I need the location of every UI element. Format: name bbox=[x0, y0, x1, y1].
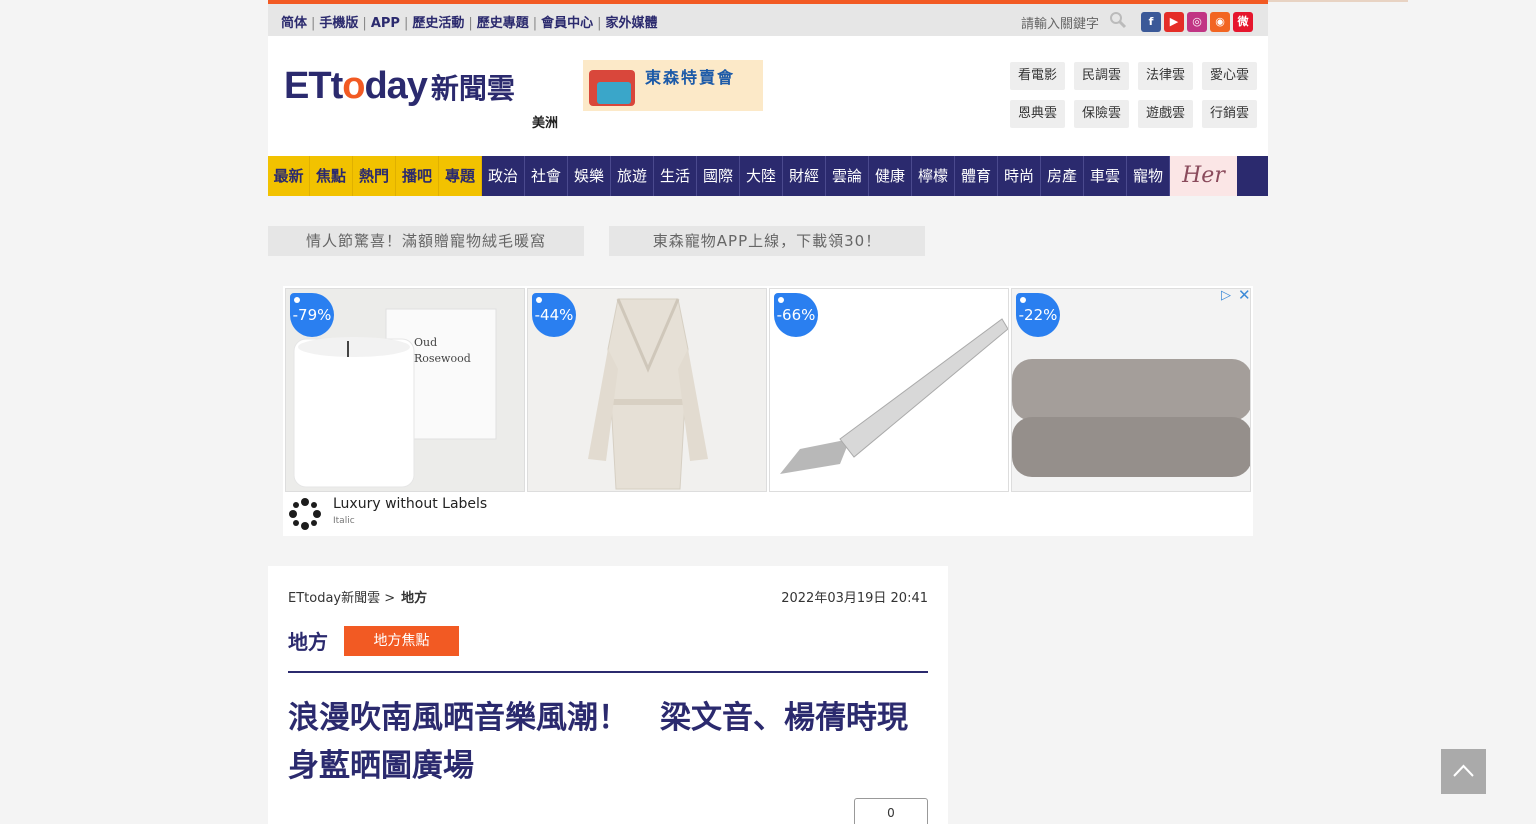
link-history-events[interactable]: 歷史活動 bbox=[412, 16, 464, 31]
promo-banner[interactable]: 東森特賣會 bbox=[583, 60, 763, 111]
nav-item[interactable]: 政治 bbox=[482, 156, 525, 196]
discount-badge: -79% bbox=[290, 293, 334, 337]
ad-brand-name: Luxury without Labels bbox=[333, 496, 488, 512]
promo-link-pet-app[interactable]: 東森寵物APP上線，下載領30！ bbox=[609, 226, 925, 256]
nav-item[interactable]: 健康 bbox=[869, 156, 912, 196]
nav-item[interactable]: 體育 bbox=[955, 156, 998, 196]
close-icon[interactable]: ✕ bbox=[1238, 286, 1251, 304]
publish-date: 2022年03月19日 20:41 bbox=[781, 591, 928, 606]
display-ad[interactable]: Oud Rosewood -79% -44% -66% -22% Luxury … bbox=[283, 286, 1253, 536]
back-to-top-button[interactable] bbox=[1441, 749, 1486, 794]
link-simplified[interactable]: 简体 bbox=[281, 16, 307, 31]
nav-item[interactable]: 焦點 bbox=[310, 156, 353, 196]
nav-item[interactable]: 旅遊 bbox=[611, 156, 654, 196]
section-title: 地方 bbox=[288, 630, 328, 654]
breadcrumb: ETtoday新聞雲 > 地方 bbox=[288, 587, 427, 606]
article-title: 浪漫吹南風晒音樂風潮！ 梁文音、楊蒨時現身藍晒圖廣場 bbox=[288, 700, 908, 784]
discount-badge: -66% bbox=[774, 293, 818, 337]
cloud-insurance[interactable]: 保險雲 bbox=[1074, 100, 1129, 128]
nav-item[interactable]: 房產 bbox=[1041, 156, 1084, 196]
cloud-law[interactable]: 法律雲 bbox=[1138, 62, 1193, 90]
nav-item-her[interactable]: Her bbox=[1170, 156, 1237, 196]
link-mobile[interactable]: 手機版 bbox=[319, 16, 358, 31]
site-header: ETtoday 新聞雲 美洲 東森特賣會 看電影 民調雲 法律雲 愛心雲 恩典雲 … bbox=[268, 36, 1268, 156]
region-label: 美洲 bbox=[532, 116, 559, 131]
nav-item[interactable]: 娛樂 bbox=[568, 156, 611, 196]
chevron-up-icon bbox=[1453, 764, 1474, 777]
nav-item[interactable]: 寵物 bbox=[1127, 156, 1170, 196]
adchoices-icon[interactable]: ▷ bbox=[1221, 288, 1231, 303]
rss-icon[interactable]: ◉ bbox=[1210, 12, 1230, 32]
link-outdoor-media[interactable]: 家外媒體 bbox=[606, 16, 658, 31]
nav-item[interactable]: 雲論 bbox=[826, 156, 869, 196]
nav-item[interactable]: 生活 bbox=[654, 156, 697, 196]
nav-item[interactable]: 熱門 bbox=[353, 156, 396, 196]
divider bbox=[288, 671, 928, 673]
nav-item[interactable]: 播吧 bbox=[396, 156, 439, 196]
cloud-poll[interactable]: 民調雲 bbox=[1074, 62, 1129, 90]
nav-item[interactable]: 車雲 bbox=[1084, 156, 1127, 196]
ad-advertiser: Italic bbox=[333, 516, 355, 526]
link-app[interactable]: APP bbox=[371, 16, 400, 31]
promo-link-pet-bed[interactable]: 情人節驚喜！滿額贈寵物絨毛暖窩 bbox=[268, 226, 584, 256]
nav-item[interactable]: 專題 bbox=[439, 156, 482, 196]
discount-badge: -22% bbox=[1016, 293, 1060, 337]
site-logo[interactable]: ETtoday 新聞雲 bbox=[284, 66, 515, 109]
nav-item[interactable]: 檸檬 bbox=[912, 156, 955, 196]
comment-count[interactable]: 0 bbox=[854, 798, 928, 824]
link-member-center[interactable]: 會員中心 bbox=[541, 16, 593, 31]
ad-product-robe[interactable]: -44% bbox=[527, 288, 767, 492]
cloud-marketing[interactable]: 行銷雲 bbox=[1202, 100, 1257, 128]
facebook-icon[interactable]: f bbox=[1141, 12, 1161, 32]
ad-product-knife[interactable]: -66% bbox=[769, 288, 1009, 492]
candle-label: Oud Rosewood bbox=[414, 336, 471, 365]
brand-logo-icon bbox=[289, 498, 321, 530]
cloud-charity[interactable]: 愛心雲 bbox=[1202, 62, 1257, 90]
weibo-icon[interactable]: 微 bbox=[1233, 12, 1253, 32]
breadcrumb-current[interactable]: 地方 bbox=[401, 591, 427, 606]
ad-product-throw[interactable]: -22% bbox=[1011, 288, 1251, 492]
search-input[interactable]: 請輸入關鍵字 bbox=[1021, 13, 1099, 32]
search-icon[interactable] bbox=[1109, 11, 1127, 29]
article-card: ETtoday新聞雲 > 地方 2022年03月19日 20:41 地方 地方焦點… bbox=[268, 566, 948, 824]
promo-title: 東森特賣會 bbox=[645, 68, 736, 87]
cloud-games[interactable]: 遊戲雲 bbox=[1138, 100, 1193, 128]
top-links: 简体 | 手機版 | APP | 歷史活動 | 歷史專題 | 會員中心 | 家外媒體 bbox=[281, 16, 658, 31]
cloud-grace[interactable]: 恩典雲 bbox=[1010, 100, 1065, 128]
cloud-movie[interactable]: 看電影 bbox=[1010, 62, 1065, 90]
discount-badge: -44% bbox=[532, 293, 576, 337]
nav-item[interactable]: 最新 bbox=[268, 156, 310, 196]
nav-item[interactable]: 大陸 bbox=[740, 156, 783, 196]
nav-item[interactable]: 財經 bbox=[783, 156, 826, 196]
top-accent-line-right bbox=[1268, 0, 1408, 2]
top-utility-bar: 简体 | 手機版 | APP | 歷史活動 | 歷史專題 | 會員中心 | 家外媒體 請輸入關鍵字 f ▶… bbox=[268, 4, 1268, 36]
nav-item[interactable]: 時尚 bbox=[998, 156, 1041, 196]
nav-item[interactable]: 社會 bbox=[525, 156, 568, 196]
instagram-icon[interactable]: ◎ bbox=[1187, 12, 1207, 32]
breadcrumb-home[interactable]: ETtoday新聞雲 > bbox=[288, 591, 395, 606]
shopping-basket-icon-front bbox=[597, 82, 631, 104]
main-nav: 最新 焦點 熱門 播吧 專題 政治 社會 娛樂 旅遊 生活 國際 大陸 財經 雲論 健康 檸檬 體育 時尚 房產 車雲… bbox=[268, 156, 1268, 196]
youtube-icon[interactable]: ▶ bbox=[1164, 12, 1184, 32]
section-focus-button[interactable]: 地方焦點 bbox=[344, 626, 459, 656]
ad-product-candle[interactable]: Oud Rosewood -79% bbox=[285, 288, 525, 492]
link-history-topics[interactable]: 歷史專題 bbox=[477, 16, 529, 31]
nav-item[interactable]: 國際 bbox=[697, 156, 740, 196]
